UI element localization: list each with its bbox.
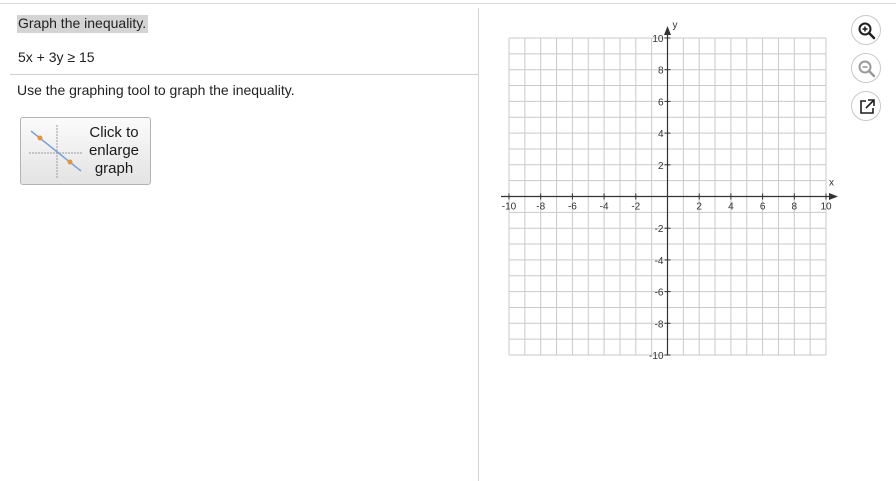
question-prompt: Graph the inequality.	[17, 15, 149, 33]
top-rule	[0, 3, 896, 4]
enlarge-graph-button[interactable]: Click to enlarge graph	[20, 117, 151, 185]
y-tick-label: 2	[658, 161, 664, 172]
x-tick-label: -6	[568, 202, 577, 213]
y-tick-label: 8	[658, 66, 664, 77]
inequality-equation: 5x + 3y ≥ 15	[18, 49, 95, 65]
enlarge-label-line: graph	[94, 160, 134, 177]
enlarge-label-line: enlarge	[88, 142, 140, 159]
y-tick-label: 4	[658, 129, 664, 140]
x-tick-label: -4	[600, 202, 609, 213]
y-tick-label: -8	[655, 319, 664, 330]
graph-thumbnail-icon	[29, 125, 83, 179]
x-tick-label: -10	[502, 202, 517, 213]
zoom-in-button[interactable]	[851, 15, 881, 45]
x-tick-label: 2	[696, 202, 702, 213]
x-tick-label: -8	[536, 202, 545, 213]
instruction-text: Use the graphing tool to graph the inequ…	[17, 82, 295, 98]
coordinate-graph[interactable]: x y -10 -8 -6 -4 -2 2 4 6 8 10 10 8 6 4 2 -2 -4 -6 -8 -10	[495, 14, 840, 364]
y-tick-label: 10	[652, 34, 664, 45]
question-separator	[10, 74, 478, 75]
x-tick-label: 4	[728, 202, 734, 213]
panel-divider	[478, 8, 479, 481]
y-axis-label: y	[673, 20, 678, 31]
x-axis-arrow	[829, 193, 838, 200]
zoom-in-icon	[858, 22, 876, 40]
y-tick-label: -10	[649, 351, 664, 362]
zoom-out-icon	[858, 60, 876, 78]
y-tick-label: 6	[658, 97, 664, 108]
zoom-out-button[interactable]	[851, 53, 881, 83]
enlarge-button-label: Click to enlarge graph	[85, 124, 143, 178]
x-tick-label: 6	[760, 202, 766, 213]
x-tick-label: 8	[792, 202, 798, 213]
enlarge-label-line: Click to	[89, 124, 139, 141]
y-tick-label: -6	[655, 288, 664, 299]
x-tick-label: 10	[820, 202, 832, 213]
x-tick-label: -2	[631, 202, 640, 213]
popout-button[interactable]	[851, 91, 881, 121]
y-tick-label: -4	[655, 256, 664, 267]
popout-icon	[860, 99, 875, 114]
y-axis-arrow	[664, 26, 671, 35]
y-tick-label: -2	[655, 224, 664, 235]
x-axis-label: x	[829, 178, 834, 189]
